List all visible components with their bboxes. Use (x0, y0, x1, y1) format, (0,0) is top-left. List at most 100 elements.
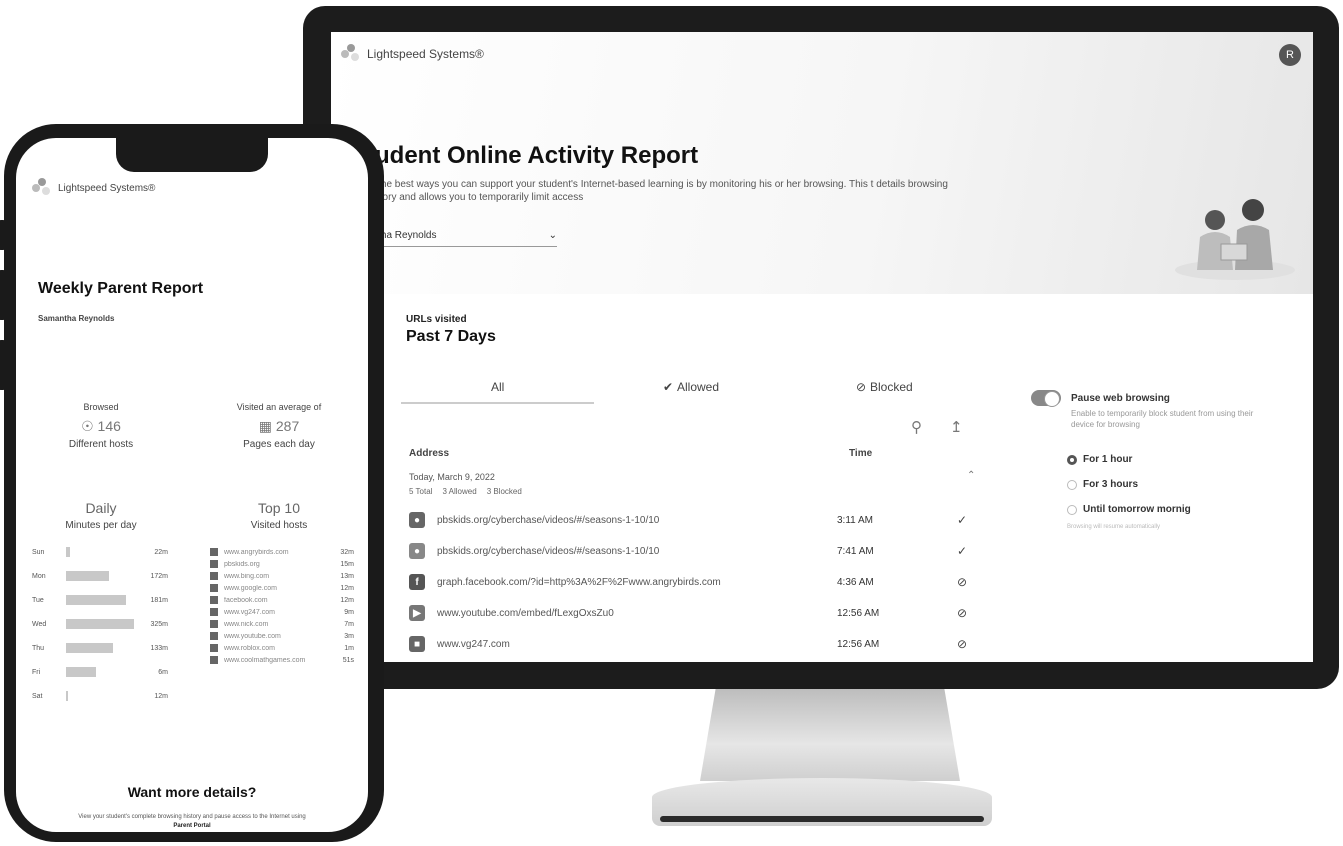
page-description: of the best ways you can support your st… (367, 179, 948, 203)
day-bar-row: Sat 12m (32, 690, 172, 702)
daily-title: Daily (85, 500, 117, 516)
chevron-up-icon[interactable]: ⌃ (967, 470, 975, 481)
option-3-hours[interactable]: For 3 hours (1067, 479, 1138, 490)
day-minutes: 6m (158, 668, 168, 676)
date-range: Past 7 Days (406, 328, 496, 345)
lightspeed-logo-icon (341, 44, 361, 64)
host-row: www.angrybirds.com 32m (210, 546, 354, 558)
day-minutes: 133m (150, 644, 168, 652)
row-time: 12:56 AM (837, 607, 880, 619)
table-row[interactable]: ● pbskids.org/cyberchase/videos/#/season… (409, 510, 979, 530)
student-select[interactable]: antha Reynolds ⌄ (367, 225, 557, 247)
option-1-hour[interactable]: For 1 hour (1067, 454, 1132, 465)
host-row: www.google.com 12m (210, 582, 354, 594)
checkmark-icon: ✔ (662, 380, 673, 394)
desktop-screen: Lightspeed Systems® R tudent Online Acti… (331, 32, 1313, 662)
host-icon (210, 560, 218, 568)
address-column-header: Address (409, 448, 450, 459)
lightspeed-logo-icon (32, 178, 52, 198)
host-time: 51s (342, 656, 354, 664)
youtube-icon: ▶ (409, 605, 425, 621)
day-bar-track (66, 571, 138, 581)
top-subtitle: Visited hosts (250, 520, 308, 531)
day-bar-fill (66, 595, 126, 605)
daily-subtitle: Minutes per day (65, 520, 137, 531)
day-label: Fri (32, 668, 41, 676)
day-bar-fill (66, 643, 113, 653)
host-time: 15m (340, 560, 354, 568)
row-address: www.vg247.com (437, 638, 510, 650)
stage: Lightspeed Systems® R tudent Online Acti… (0, 0, 1343, 846)
tab-all-label: All (490, 380, 505, 394)
export-icon[interactable]: ↥ (950, 418, 963, 436)
table-row[interactable]: ● pbskids.org/cyberchase/videos/#/season… (409, 541, 979, 561)
phone-notch (116, 138, 268, 172)
option-label: For 1 hour (1083, 454, 1133, 465)
day-group-label: Today, March 9, 2022 (409, 472, 495, 482)
host-row: www.bing.com 13m (210, 570, 354, 582)
tab-blocked[interactable]: ⊘ Blocked (788, 380, 981, 404)
day-bar-track (66, 667, 138, 677)
allowed-check-icon: ✓ (956, 513, 967, 527)
parent-portal-link[interactable]: Parent Portal (16, 823, 368, 829)
stat-label: Pages each day (243, 439, 315, 450)
row-address: www.youtube.com/embed/fLexgOxsZu0 (437, 607, 614, 619)
host-row: facebook.com 12m (210, 594, 354, 606)
more-details-title: Want more details? (127, 784, 257, 800)
globe-icon: ☉ (81, 418, 98, 434)
host-time: 7m (344, 620, 354, 628)
tab-allowed-label: Allowed (677, 380, 720, 394)
table-row[interactable]: f graph.facebook.com/?id=http%3A%2F%2Fww… (409, 572, 979, 592)
tab-all[interactable]: All (401, 380, 595, 404)
host-row: www.nick.com 7m (210, 618, 354, 630)
host-icon (210, 584, 218, 592)
day-bar-track (66, 691, 138, 701)
stat-value-row: ☉ 146 (26, 418, 176, 435)
host-name: www.roblox.com (224, 644, 275, 652)
day-label: Sat (32, 692, 43, 700)
pause-description: Enable to temporarily block student from… (1071, 409, 1254, 429)
stat-value: 287 (275, 418, 300, 434)
host-icon (210, 608, 218, 616)
user-avatar[interactable]: R (1279, 44, 1301, 66)
host-time: 1m (344, 644, 354, 652)
allowed-check-icon: ✓ (956, 544, 967, 558)
host-time: 13m (340, 572, 354, 580)
site-icon: ■ (409, 636, 425, 652)
pages-icon: ▦ (258, 418, 276, 434)
host-name: www.vg247.com (224, 608, 275, 616)
radio-icon (1067, 479, 1077, 490)
host-icon (210, 644, 218, 652)
day-minutes: 172m (150, 572, 168, 580)
day-bar-row: Fri 6m (32, 666, 172, 678)
table-row[interactable]: ▶ www.youtube.com/embed/fLexgOxsZu0 12:5… (409, 603, 979, 623)
day-label: Mon (32, 572, 46, 580)
pause-toggle[interactable] (1031, 390, 1061, 407)
day-bar-fill (66, 547, 70, 557)
phone-title: Weekly Parent Report (38, 280, 204, 297)
pause-title: Pause web browsing (1071, 393, 1170, 404)
day-minutes: 181m (150, 596, 168, 604)
table-row[interactable]: ■ www.vg247.com 12:56 AM ⊘ (409, 634, 979, 654)
host-time: 9m (344, 608, 354, 616)
brand[interactable]: Lightspeed Systems® (341, 44, 484, 64)
phone-brand: Lightspeed Systems® (32, 178, 155, 198)
more-details-text: View your student's complete browsing hi… (78, 814, 306, 820)
host-time: 3m (344, 632, 354, 640)
brand-name: Lightspeed Systems® (58, 182, 156, 194)
host-icon (210, 572, 218, 580)
host-name: www.angrybirds.com (224, 548, 289, 556)
search-icon[interactable]: ⚲ (911, 418, 922, 436)
option-until-tomorrow[interactable]: Until tomorrow mornig (1067, 504, 1191, 515)
phone-student-name: Samantha Reynolds (38, 314, 115, 323)
monitor-base (652, 778, 992, 826)
host-name: www.google.com (224, 584, 277, 592)
stat-visited: Visited an average of ▦ 287 Pages each d… (204, 402, 354, 450)
table-tools: ⚲ ↥ (911, 418, 963, 436)
day-minutes: 325m (150, 620, 168, 628)
option-label: For 3 hours (1083, 479, 1139, 490)
day-bar-track (66, 547, 138, 557)
row-address: graph.facebook.com/?id=http%3A%2F%2Fwww.… (437, 576, 721, 588)
time-column-header: Time (849, 448, 873, 459)
tab-allowed[interactable]: ✔ Allowed (594, 380, 787, 404)
